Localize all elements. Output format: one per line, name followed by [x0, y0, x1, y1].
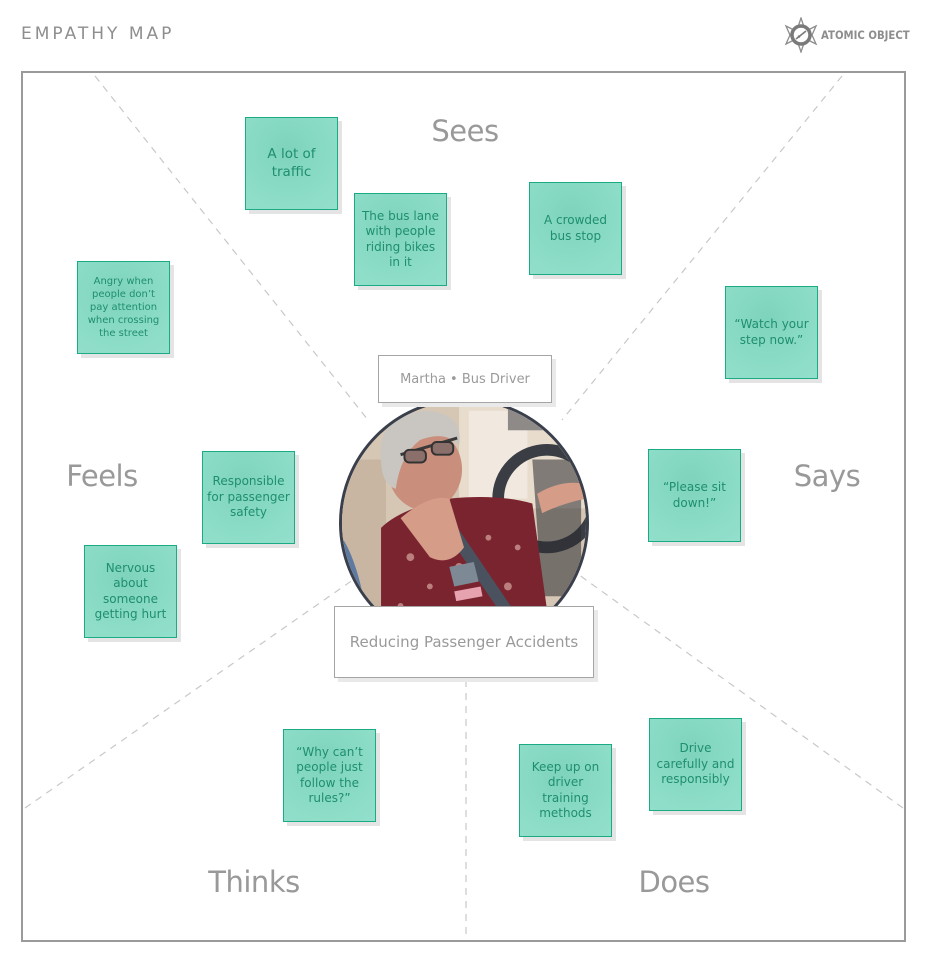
page-title: EMPATHY MAP [21, 24, 175, 44]
sticky-note[interactable]: The bus lane with people riding bikes in… [354, 193, 447, 286]
persona-goal-label: Reducing Passenger Accidents [334, 606, 594, 678]
sticky-note[interactable]: Drive carefully and responsibly [649, 718, 742, 811]
quadrant-label-feels: Feels [66, 459, 138, 493]
quadrant-label-does: Does [638, 865, 710, 899]
sticky-note[interactable]: “Why can’t people just follow the rules?… [283, 729, 376, 822]
quadrant-label-says: Says [793, 459, 861, 493]
quadrant-label-thinks: Thinks [208, 865, 300, 899]
persona-name-label: Martha • Bus Driver [378, 355, 552, 403]
sticky-note[interactable]: A lot of traffic [245, 117, 338, 210]
sticky-note[interactable]: Angry when people don’t pay attention wh… [77, 261, 170, 354]
logo-text: ATOMIC OBJECT [821, 28, 910, 42]
sticky-note[interactable]: A crowded bus stop [529, 182, 622, 275]
atom-icon [784, 17, 818, 53]
sticky-note[interactable]: Responsible for passenger safety [202, 451, 295, 544]
company-logo: ATOMIC OBJECT [784, 17, 922, 53]
sticky-note[interactable]: Nervous about someone getting hurt [84, 545, 177, 638]
quadrant-label-sees: Sees [431, 114, 499, 148]
sticky-note[interactable]: “Please sit down!” [648, 449, 741, 542]
sticky-note[interactable]: “Watch your step now.” [725, 286, 818, 379]
sticky-note[interactable]: Keep up on driver training methods [519, 744, 612, 837]
